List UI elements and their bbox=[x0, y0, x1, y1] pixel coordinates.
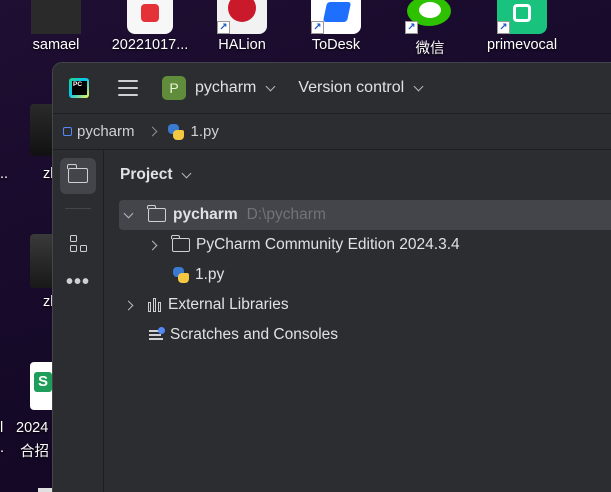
wechat-icon: ↗ bbox=[405, 0, 455, 34]
tree-row-folder[interactable]: PyCharm Community Edition 2024.3.4 bbox=[105, 230, 611, 260]
desktop-label-partial: l bbox=[0, 420, 4, 436]
tree-row-scratches[interactable]: Scratches and Consoles bbox=[105, 320, 611, 350]
project-tool-button[interactable] bbox=[60, 158, 96, 194]
desktop-icon-20221017[interactable]: 20221017... bbox=[102, 0, 198, 53]
structure-icon bbox=[70, 235, 88, 253]
title-bar: P pycharm Version control bbox=[53, 63, 611, 114]
todesk-icon: ↗ bbox=[311, 0, 361, 34]
collapse-toggle-icon[interactable] bbox=[123, 208, 134, 218]
desktop-icon-todesk[interactable]: ↗ ToDesk bbox=[288, 0, 384, 53]
desktop-label-partial: .. bbox=[0, 166, 9, 182]
panel-title: Project bbox=[120, 166, 173, 183]
chevron-down-icon[interactable] bbox=[265, 81, 276, 91]
desktop-label-partial: 合招 bbox=[20, 444, 49, 460]
project-name-dropdown[interactable]: pycharm bbox=[195, 79, 256, 97]
tree-external-libraries: External Libraries bbox=[168, 296, 289, 313]
tree-row-file[interactable]: 1.py bbox=[105, 260, 611, 290]
shortcut-arrow-icon: ↗ bbox=[497, 21, 510, 34]
desktop-label-partial: . bbox=[0, 440, 5, 456]
project-badge[interactable]: P bbox=[162, 76, 186, 100]
folder-icon bbox=[147, 205, 166, 222]
desktop-icon-samael[interactable]: samael bbox=[8, 0, 104, 53]
chevron-right-icon bbox=[147, 126, 157, 137]
breadcrumb-project[interactable]: pycharm bbox=[77, 123, 135, 140]
expand-toggle-icon[interactable] bbox=[123, 300, 134, 310]
tree-scratches: Scratches and Consoles bbox=[170, 326, 339, 343]
halion-icon: ↗ bbox=[217, 0, 267, 34]
primevocal-icon: ↗ bbox=[497, 0, 547, 34]
desktop-icon-partial-4[interactable] bbox=[38, 488, 52, 492]
main-menu-icon[interactable] bbox=[118, 80, 138, 96]
pycharm-logo-icon[interactable] bbox=[69, 78, 89, 98]
tree-folder-name: PyCharm Community Edition 2024.3.4 bbox=[196, 236, 460, 253]
desktop-icon-label: samael bbox=[32, 37, 80, 53]
structure-tool-button[interactable] bbox=[60, 225, 96, 261]
divider bbox=[65, 208, 91, 209]
desktop-icon-wechat[interactable]: ↗ 微信 bbox=[382, 0, 478, 58]
breadcrumb: pycharm 1.py bbox=[53, 114, 611, 150]
tree-root-name: pycharm bbox=[173, 206, 238, 223]
breadcrumb-file[interactable]: 1.py bbox=[191, 123, 219, 140]
chevron-down-icon[interactable] bbox=[413, 81, 424, 91]
project-panel-header[interactable]: Project bbox=[105, 150, 611, 200]
samael-icon bbox=[31, 0, 81, 34]
desktop-icon-label: ToDesk bbox=[311, 37, 361, 53]
document-icon bbox=[127, 0, 173, 34]
tool-window-bar: ••• bbox=[53, 150, 104, 492]
desktop-icon-primevocal[interactable]: ↗ primevocal bbox=[474, 0, 570, 53]
shortcut-arrow-icon: ↗ bbox=[217, 21, 230, 34]
scratches-icon bbox=[149, 327, 165, 343]
python-file-icon bbox=[173, 267, 189, 283]
chevron-down-icon[interactable] bbox=[181, 168, 192, 178]
project-panel: Project pycharm D:\pycharm PyCharm Commu… bbox=[105, 150, 611, 492]
module-icon bbox=[63, 127, 72, 136]
tree-file-name: 1.py bbox=[195, 266, 225, 283]
python-file-icon bbox=[167, 123, 184, 140]
desktop-icon-label: HALion bbox=[218, 37, 266, 53]
tree-row-external-libraries[interactable]: External Libraries bbox=[105, 290, 611, 320]
pycharm-window: P pycharm Version control pycharm 1.py •… bbox=[52, 62, 611, 492]
folder-icon bbox=[171, 235, 190, 252]
desktop-icon-halion[interactable]: ↗ HALion bbox=[194, 0, 290, 53]
more-tools-button[interactable]: ••• bbox=[60, 267, 96, 303]
desktop-icon-label: primevocal bbox=[486, 37, 558, 53]
expand-toggle-icon[interactable] bbox=[147, 240, 158, 250]
project-tree: pycharm D:\pycharm PyCharm Community Edi… bbox=[105, 200, 611, 350]
desktop-icon-label: 微信 bbox=[415, 41, 445, 57]
version-control-dropdown[interactable]: Version control bbox=[298, 79, 404, 97]
shortcut-arrow-icon: ↗ bbox=[405, 21, 418, 34]
tree-row-root[interactable]: pycharm D:\pycharm bbox=[119, 200, 611, 230]
shortcut-arrow-icon: ↗ bbox=[311, 21, 324, 34]
desktop-label-partial: 2024 bbox=[16, 420, 49, 436]
folder-icon bbox=[67, 164, 88, 183]
desktop-icon-label: 20221017... bbox=[111, 37, 189, 53]
library-icon bbox=[147, 297, 163, 313]
tree-root-path: D:\pycharm bbox=[246, 206, 326, 223]
